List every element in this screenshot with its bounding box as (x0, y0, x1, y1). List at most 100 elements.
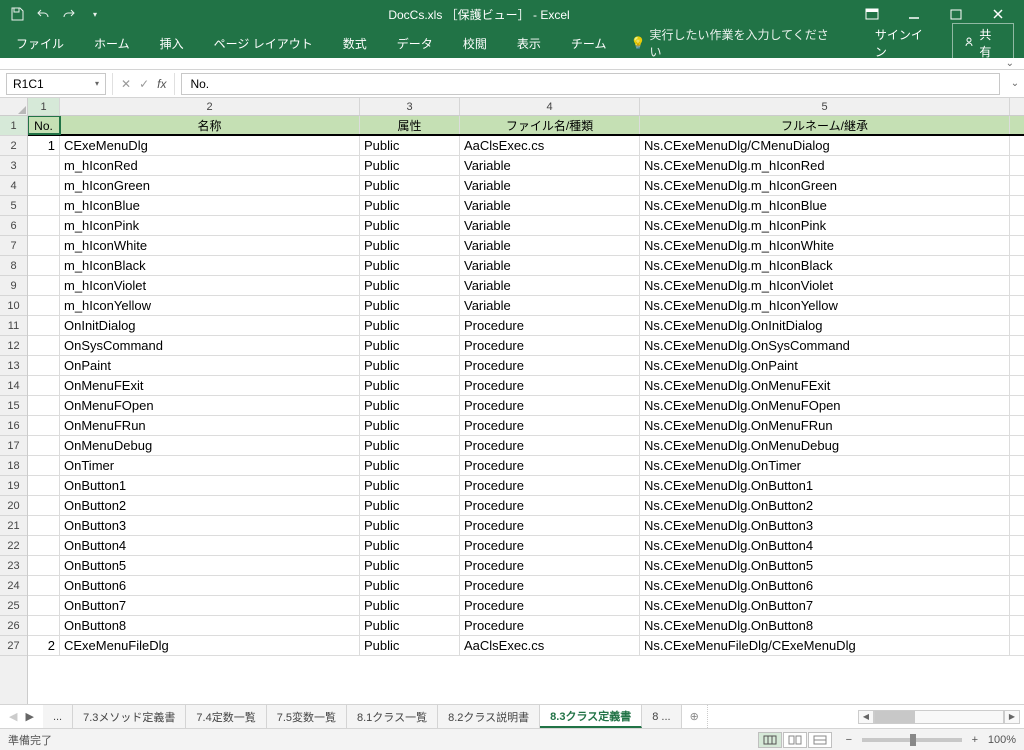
cell[interactable]: Public (360, 296, 460, 315)
cell[interactable]: Public (360, 536, 460, 555)
cell[interactable]: OnInitDialog (60, 316, 360, 335)
cell[interactable]: Public (360, 456, 460, 475)
cell[interactable]: 1 (28, 136, 60, 155)
save-icon[interactable] (6, 3, 28, 25)
cell[interactable]: Variable (460, 156, 640, 175)
cell[interactable]: Procedure (460, 356, 640, 375)
cell[interactable] (28, 516, 60, 535)
cell[interactable]: Procedure (460, 576, 640, 595)
cell[interactable]: Ns.CExeMenuDlg.OnButton1 (640, 476, 1010, 495)
row-header[interactable]: 7 (0, 236, 27, 256)
cell[interactable]: OnTimer (60, 456, 360, 475)
cell[interactable]: Public (360, 616, 460, 635)
cell[interactable]: Variable (460, 216, 640, 235)
cell[interactable]: Public (360, 516, 460, 535)
cell[interactable]: Public (360, 336, 460, 355)
cell[interactable] (28, 416, 60, 435)
cell[interactable]: Public (360, 156, 460, 175)
cell[interactable] (28, 436, 60, 455)
zoom-in-icon[interactable]: + (968, 734, 982, 746)
row-header[interactable]: 10 (0, 296, 27, 316)
cell[interactable] (28, 176, 60, 195)
scroll-thumb[interactable] (875, 711, 915, 723)
cell[interactable]: Variable (460, 236, 640, 255)
zoom-out-icon[interactable]: − (842, 734, 856, 746)
cell[interactable]: Ns.CExeMenuDlg.OnButton3 (640, 516, 1010, 535)
formula-input[interactable]: No. (181, 73, 1000, 95)
cell[interactable]: OnSysCommand (60, 336, 360, 355)
pagelayout-view-icon[interactable] (783, 732, 807, 748)
row-header[interactable]: 19 (0, 476, 27, 496)
name-box[interactable]: R1C1 ▾ (6, 73, 106, 95)
cell[interactable]: Variable (460, 176, 640, 195)
col-header[interactable]: 5 (640, 98, 1010, 115)
zoom-slider[interactable] (862, 738, 962, 742)
row-header[interactable]: 3 (0, 156, 27, 176)
tab-view[interactable]: 表示 (511, 31, 547, 56)
tab-formulas[interactable]: 数式 (337, 31, 373, 56)
cell[interactable]: OnButton2 (60, 496, 360, 515)
row-header[interactable]: 23 (0, 556, 27, 576)
cell[interactable] (28, 376, 60, 395)
cell[interactable]: 2 (28, 636, 60, 655)
header-cell[interactable]: ファイル名/種類 (460, 116, 640, 134)
row-header[interactable]: 1 (0, 116, 27, 136)
ribbon-display-icon[interactable] (852, 0, 892, 28)
cancel-icon[interactable]: ✕ (121, 77, 131, 91)
cell[interactable]: m_hIconRed (60, 156, 360, 175)
scroll-track[interactable] (874, 710, 1004, 724)
cell[interactable]: Ns.CExeMenuDlg.OnButton5 (640, 556, 1010, 575)
tab-data[interactable]: データ (391, 31, 439, 56)
sheet-tab[interactable]: 8.2クラス説明書 (438, 705, 540, 728)
cell[interactable]: Ns.CExeMenuDlg.OnMenuFRun (640, 416, 1010, 435)
cell[interactable]: CExeMenuFileDlg (60, 636, 360, 655)
row-header[interactable]: 15 (0, 396, 27, 416)
cell[interactable]: Ns.CExeMenuDlg.m_hIconPink (640, 216, 1010, 235)
chevron-down-icon[interactable]: ⌄ (1006, 58, 1014, 69)
cell[interactable]: Ns.CExeMenuFileDlg/CExeMenuDlg (640, 636, 1010, 655)
cell[interactable] (28, 576, 60, 595)
cell[interactable]: Ns.CExeMenuDlg.OnPaint (640, 356, 1010, 375)
cell[interactable]: m_hIconYellow (60, 296, 360, 315)
sheet-tab[interactable]: 8.1クラス一覧 (347, 705, 438, 728)
col-header[interactable]: 1 (28, 98, 60, 115)
cell[interactable]: OnButton6 (60, 576, 360, 595)
cell[interactable]: Public (360, 556, 460, 575)
cell[interactable]: Ns.CExeMenuDlg.OnTimer (640, 456, 1010, 475)
row-header[interactable]: 18 (0, 456, 27, 476)
cell[interactable]: AaClsExec.cs (460, 636, 640, 655)
cell[interactable] (28, 356, 60, 375)
qat-customize-icon[interactable]: ▾ (84, 3, 106, 25)
cell[interactable]: Variable (460, 256, 640, 275)
cell[interactable]: Procedure (460, 396, 640, 415)
cell[interactable] (28, 396, 60, 415)
cell[interactable]: m_hIconViolet (60, 276, 360, 295)
cell[interactable]: Ns.CExeMenuDlg.OnButton7 (640, 596, 1010, 615)
cell[interactable]: Ns.CExeMenuDlg.OnButton6 (640, 576, 1010, 595)
cell[interactable]: Procedure (460, 556, 640, 575)
new-sheet-icon[interactable]: ⊕ (682, 710, 707, 723)
minimize-icon[interactable] (894, 0, 934, 28)
row-header[interactable]: 13 (0, 356, 27, 376)
tab-team[interactable]: チーム (565, 31, 613, 56)
cell[interactable]: Public (360, 576, 460, 595)
cell[interactable]: Variable (460, 276, 640, 295)
cell[interactable]: Ns.CExeMenuDlg.m_hIconWhite (640, 236, 1010, 255)
cell[interactable] (28, 536, 60, 555)
cell[interactable]: Procedure (460, 416, 640, 435)
cell[interactable]: Ns.CExeMenuDlg.OnButton2 (640, 496, 1010, 515)
cell[interactable] (28, 236, 60, 255)
cell[interactable]: Procedure (460, 316, 640, 335)
cell[interactable]: Public (360, 436, 460, 455)
row-header[interactable]: 26 (0, 616, 27, 636)
cell[interactable]: OnButton5 (60, 556, 360, 575)
select-all-corner[interactable] (0, 98, 28, 116)
cell[interactable]: OnMenuFExit (60, 376, 360, 395)
row-header[interactable]: 14 (0, 376, 27, 396)
header-cell[interactable]: No. (28, 116, 60, 134)
cell[interactable]: Procedure (460, 616, 640, 635)
cell[interactable]: Ns.CExeMenuDlg/CMenuDialog (640, 136, 1010, 155)
tab-pagelayout[interactable]: ページ レイアウト (208, 31, 319, 56)
row-header[interactable]: 20 (0, 496, 27, 516)
col-header[interactable]: 2 (60, 98, 360, 115)
